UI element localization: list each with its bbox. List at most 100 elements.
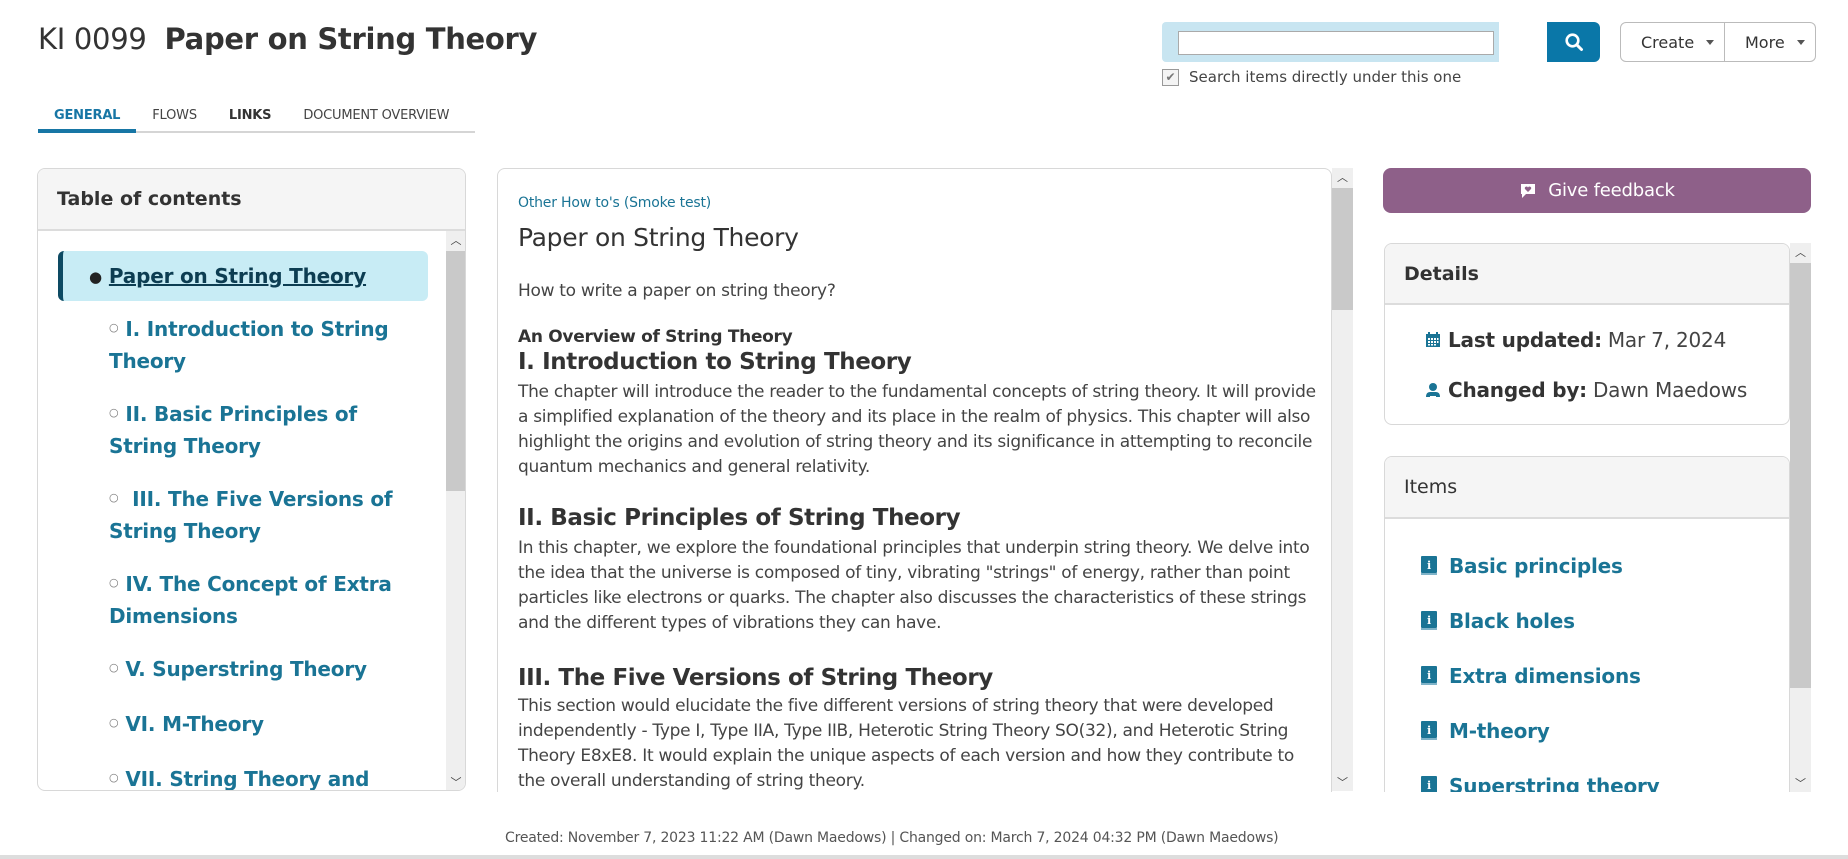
search-bar bbox=[1162, 22, 1499, 62]
tab-document-overview[interactable]: DOCUMENT OVERVIEW bbox=[287, 104, 465, 133]
calendar-icon bbox=[1426, 332, 1440, 347]
toc-item-label: Paper on String Theory bbox=[108, 264, 367, 288]
scroll-down-icon[interactable]: ﹀ bbox=[446, 773, 465, 790]
tab-links[interactable]: LINKS bbox=[213, 104, 287, 133]
scroll-up-icon[interactable]: ︿ bbox=[1332, 168, 1353, 186]
toc-item-paper[interactable]: ● Paper on String Theory bbox=[58, 251, 428, 301]
scroll-down-icon[interactable]: ﹀ bbox=[1332, 773, 1353, 791]
toc-item-label: V. Superstring Theory bbox=[125, 657, 367, 681]
toc-item-black-holes[interactable]: ○ VII. String Theory and Black bbox=[58, 764, 428, 791]
toc-item-m-theory[interactable]: ○ VI. M-Theory bbox=[58, 709, 428, 741]
sidebar-scrollbar[interactable]: ︿ ﹀ bbox=[1790, 243, 1811, 792]
section-heading: II. Basic Principles of String Theory bbox=[518, 505, 961, 531]
toc-item-basic-principles[interactable]: ○ II. Basic Principles of String Theory bbox=[58, 399, 428, 461]
svg-text:i: i bbox=[1427, 559, 1431, 572]
content-scroll-thumb[interactable] bbox=[1332, 188, 1353, 310]
tab-flows[interactable]: FLOWS bbox=[136, 104, 213, 133]
info-book-icon: i bbox=[1421, 721, 1437, 740]
items-panel: Items i Basic principles i Black holes i… bbox=[1384, 456, 1790, 806]
toc-item-extra-dimensions[interactable]: ○ IV. The Concept of Extra Dimensions bbox=[58, 569, 428, 631]
create-label: Create bbox=[1641, 32, 1695, 52]
article-title: Paper on String Theory bbox=[518, 223, 799, 252]
toc-item-label: II. Basic Principles of String Theory bbox=[109, 402, 357, 458]
item-link-extra-dimensions[interactable]: i Extra dimensions bbox=[1421, 664, 1641, 688]
items-clip bbox=[1383, 792, 1793, 822]
changed-by-row: Changed by: Dawn Maedows bbox=[1425, 378, 1747, 402]
table-of-contents-panel: Table of contents ● Paper on String Theor… bbox=[37, 168, 466, 791]
svg-text:i: i bbox=[1427, 614, 1431, 627]
item-link-basic-principles[interactable]: i Basic principles bbox=[1421, 554, 1623, 578]
changed-by-value: Dawn Maedows bbox=[1592, 378, 1748, 402]
items-heading: Items bbox=[1385, 457, 1789, 519]
bottom-edge bbox=[0, 855, 1848, 859]
circle-bullet-icon: ○ bbox=[109, 575, 119, 589]
article-question: How to write a paper on string theory? bbox=[518, 281, 836, 301]
checkbox[interactable]: ✔ bbox=[1162, 68, 1179, 86]
circle-bullet-icon: ○ bbox=[109, 660, 119, 674]
last-updated-value: Mar 7, 2024 bbox=[1607, 328, 1727, 352]
page-title: KI 0099 Paper on String Theory bbox=[38, 22, 537, 56]
info-book-icon: i bbox=[1421, 556, 1437, 575]
sidebar-scroll-thumb[interactable] bbox=[1790, 263, 1811, 688]
circle-bullet-icon: ○ bbox=[109, 715, 119, 729]
search-button[interactable] bbox=[1547, 22, 1600, 62]
circle-bullet-icon: ○ bbox=[109, 405, 119, 419]
item-title: Paper on String Theory bbox=[164, 22, 538, 56]
content-scrollbar[interactable]: ︿ ﹀ bbox=[1332, 168, 1353, 791]
breadcrumb-link[interactable]: Other How to's (Smoke test) bbox=[518, 195, 711, 211]
scroll-down-icon[interactable]: ﹀ bbox=[1790, 774, 1811, 792]
search-icon bbox=[1564, 33, 1583, 51]
toc-item-five-versions[interactable]: ○ III. The Five Versions of String Theor… bbox=[58, 484, 428, 546]
toc-item-label: VI. M-Theory bbox=[125, 712, 264, 736]
details-heading: Details bbox=[1385, 244, 1789, 305]
action-buttons: Create More bbox=[1620, 22, 1816, 62]
tab-general[interactable]: GENERAL bbox=[38, 104, 137, 133]
toc-item-label: I. Introduction to String Theory bbox=[109, 317, 389, 373]
item-link-label: Black holes bbox=[1449, 609, 1575, 633]
more-button[interactable]: More bbox=[1725, 22, 1816, 62]
tab-bar: GENERAL FLOWS LINKS DOCUMENT OVERVIEW bbox=[38, 104, 475, 133]
bullet-icon: ● bbox=[89, 267, 102, 286]
toc-item-superstring[interactable]: ○ V. Superstring Theory bbox=[58, 654, 428, 686]
item-id: KI 0099 bbox=[38, 22, 147, 56]
item-link-m-theory[interactable]: i M-theory bbox=[1421, 719, 1550, 743]
create-button[interactable]: Create bbox=[1620, 22, 1725, 62]
search-scope-checkbox[interactable]: ✔ Search items directly under this one bbox=[1162, 68, 1461, 86]
give-feedback-button[interactable]: Give feedback bbox=[1383, 168, 1811, 213]
circle-bullet-icon: ○ bbox=[109, 320, 119, 334]
circle-bullet-icon: ○ bbox=[109, 770, 119, 784]
toc-item-label: III. The Five Versions of String Theory bbox=[109, 487, 393, 543]
changed-by-label: Changed by: bbox=[1448, 378, 1587, 402]
details-panel: Details Last updated: Mar 7, 2024 Change… bbox=[1384, 243, 1790, 425]
more-label: More bbox=[1745, 32, 1785, 52]
content-clip bbox=[497, 792, 1333, 822]
toc-item-label: VII. String Theory and Black bbox=[125, 767, 370, 791]
svg-text:i: i bbox=[1427, 669, 1431, 682]
toc-heading: Table of contents bbox=[38, 169, 465, 231]
item-link-label: Basic principles bbox=[1449, 554, 1623, 578]
give-feedback-label: Give feedback bbox=[1548, 180, 1675, 201]
svg-text:i: i bbox=[1427, 779, 1431, 792]
toc-item-introduction[interactable]: ○ I. Introduction to String Theory bbox=[58, 314, 428, 376]
feedback-icon bbox=[1521, 183, 1536, 198]
scroll-up-icon[interactable]: ︿ bbox=[1790, 243, 1811, 261]
search-input[interactable] bbox=[1178, 31, 1494, 55]
toc-scrollbar[interactable]: ︿ ﹀ bbox=[446, 231, 465, 790]
section-body: In this chapter, we explore the foundati… bbox=[518, 538, 1310, 633]
section-body: The chapter will introduce the reader to… bbox=[518, 382, 1316, 477]
last-updated-label: Last updated: bbox=[1448, 328, 1602, 352]
article-content-panel: Other How to's (Smoke test) Paper on Str… bbox=[497, 168, 1332, 808]
item-link-label: M-theory bbox=[1449, 719, 1550, 743]
svg-text:i: i bbox=[1427, 724, 1431, 737]
last-updated-row: Last updated: Mar 7, 2024 bbox=[1425, 328, 1726, 352]
section-body: This section would elucidate the five di… bbox=[518, 696, 1294, 791]
info-book-icon: i bbox=[1421, 666, 1437, 685]
caret-down-icon bbox=[1796, 39, 1805, 45]
section-heading: I. Introduction to String Theory bbox=[518, 349, 912, 375]
scroll-up-icon[interactable]: ︿ bbox=[446, 231, 465, 249]
toc-item-label: IV. The Concept of Extra Dimensions bbox=[109, 572, 392, 628]
toc-scroll-thumb[interactable] bbox=[446, 251, 465, 491]
item-link-black-holes[interactable]: i Black holes bbox=[1421, 609, 1575, 633]
toc-list: ● Paper on String Theory ○ I. Introduction… bbox=[38, 231, 447, 791]
created-changed-meta: Created: November 7, 2023 11:22 AM (Dawn… bbox=[505, 830, 1279, 846]
